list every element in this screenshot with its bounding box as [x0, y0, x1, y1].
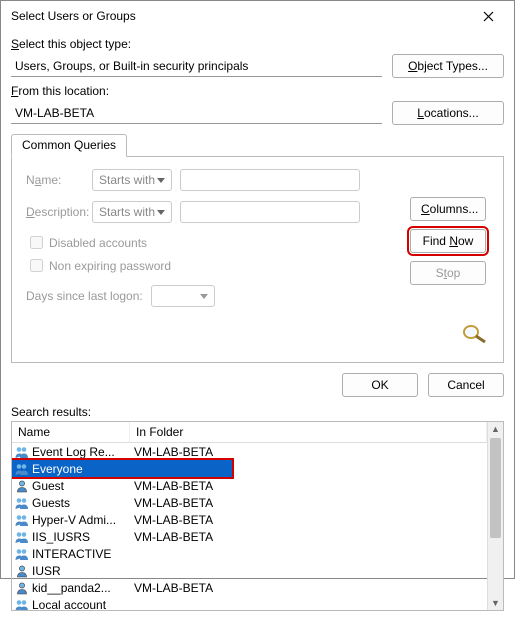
result-folder: VM-LAB-BETA [130, 513, 487, 527]
group-icon [12, 445, 32, 459]
non-expiring-label: Non expiring password [49, 259, 171, 273]
close-icon [483, 11, 494, 22]
columns-button[interactable]: Columns... [410, 197, 486, 221]
object-types-button[interactable]: Object Types... [392, 54, 504, 78]
tab-panel: Name: Starts with Description: Starts wi… [11, 156, 504, 363]
table-row[interactable]: INTERACTIVE [12, 545, 487, 562]
group-icon [12, 530, 32, 544]
result-name: IUSR [32, 564, 130, 578]
column-folder[interactable]: In Folder [130, 422, 487, 442]
result-name: Local account [32, 598, 130, 611]
non-expiring-input[interactable] [30, 259, 43, 272]
results-list: Name In Folder Event Log Re...VM-LAB-BET… [11, 421, 504, 611]
results-scrollbar[interactable]: ▲ ▼ [487, 422, 503, 610]
selected-row-highlight: Everyone [12, 460, 232, 477]
non-expiring-checkbox[interactable]: Non expiring password [26, 256, 379, 275]
ok-button[interactable]: OK [342, 373, 418, 397]
locations-button[interactable]: Locations... [392, 101, 504, 125]
scroll-up-icon[interactable]: ▲ [488, 422, 503, 436]
user-icon [12, 479, 32, 493]
result-folder: VM-LAB-BETA [130, 445, 487, 459]
results-header: Name In Folder [12, 422, 487, 443]
cancel-button[interactable]: Cancel [428, 373, 504, 397]
location-field[interactable] [11, 102, 382, 124]
name-match-select[interactable]: Starts with [92, 169, 172, 191]
description-label: Description: [26, 205, 92, 219]
result-folder: VM-LAB-BETA [130, 479, 487, 493]
group-icon [12, 513, 32, 527]
table-row[interactable]: IIS_IUSRSVM-LAB-BETA [12, 528, 487, 545]
results-body: Event Log Re...VM-LAB-BETAEveryoneGuestV… [12, 443, 487, 610]
group-icon [12, 462, 32, 476]
description-input[interactable] [180, 201, 360, 223]
disabled-accounts-label: Disabled accounts [49, 236, 147, 250]
result-name: INTERACTIVE [32, 547, 130, 561]
result-name: Hyper-V Admi... [32, 513, 130, 527]
result-name: Everyone [32, 462, 130, 476]
name-input[interactable] [180, 169, 360, 191]
days-logon-label: Days since last logon: [26, 289, 143, 303]
table-row[interactable]: IUSR [12, 562, 487, 579]
magnifier-icon [461, 323, 489, 348]
name-label: Name: [26, 173, 92, 187]
titlebar: Select Users or Groups [1, 1, 514, 31]
group-icon [12, 496, 32, 510]
group-icon [12, 547, 32, 561]
location-label: From this location: [11, 84, 504, 98]
result-name: IIS_IUSRS [32, 530, 130, 544]
scroll-down-icon[interactable]: ▼ [488, 596, 503, 610]
query-form: Name: Starts with Description: Starts wi… [26, 169, 379, 348]
result-name: Guest [32, 479, 130, 493]
tab-area: Common Queries Name: Starts with Descrip… [11, 133, 504, 363]
result-name: Event Log Re... [32, 445, 130, 459]
ok-cancel-row: OK Cancel [11, 373, 504, 397]
result-folder: VM-LAB-BETA [130, 530, 487, 544]
dialog-window: Select Users or Groups Select this objec… [0, 0, 515, 579]
stop-button[interactable]: Stop [410, 261, 486, 285]
tab-common-queries[interactable]: Common Queries [11, 134, 127, 157]
days-logon-input[interactable] [151, 285, 215, 307]
result-folder: VM-LAB-BETA [130, 496, 487, 510]
object-type-field[interactable] [11, 55, 382, 77]
table-row[interactable]: Local account [12, 596, 487, 610]
scroll-thumb[interactable] [490, 438, 501, 538]
content-area: Select this object type: Object Types...… [1, 31, 514, 621]
find-now-button[interactable]: Find Now [410, 229, 486, 253]
column-name[interactable]: Name [12, 422, 130, 442]
object-type-label: Select this object type: [11, 37, 504, 51]
window-title: Select Users or Groups [11, 9, 466, 23]
user-icon [12, 581, 32, 595]
user-icon [12, 564, 32, 578]
disabled-accounts-checkbox[interactable]: Disabled accounts [26, 233, 379, 252]
description-match-select[interactable]: Starts with [92, 201, 172, 223]
table-row[interactable]: Hyper-V Admi...VM-LAB-BETA [12, 511, 487, 528]
search-results-label: Search results: [11, 405, 504, 419]
close-button[interactable] [466, 1, 510, 31]
table-row[interactable]: Event Log Re...VM-LAB-BETA [12, 443, 487, 460]
table-row[interactable]: GuestsVM-LAB-BETA [12, 494, 487, 511]
group-icon [12, 598, 32, 611]
result-name: kid__panda2... [32, 581, 130, 595]
query-buttons: Columns... Find Now Stop [407, 197, 489, 348]
table-row[interactable]: kid__panda2...VM-LAB-BETA [12, 579, 487, 596]
result-name: Guests [32, 496, 130, 510]
disabled-accounts-input[interactable] [30, 236, 43, 249]
results-scroll: Name In Folder Event Log Re...VM-LAB-BET… [12, 422, 487, 610]
table-row[interactable]: GuestVM-LAB-BETA [12, 477, 487, 494]
result-folder: VM-LAB-BETA [130, 581, 487, 595]
table-row[interactable]: Everyone [12, 460, 232, 477]
